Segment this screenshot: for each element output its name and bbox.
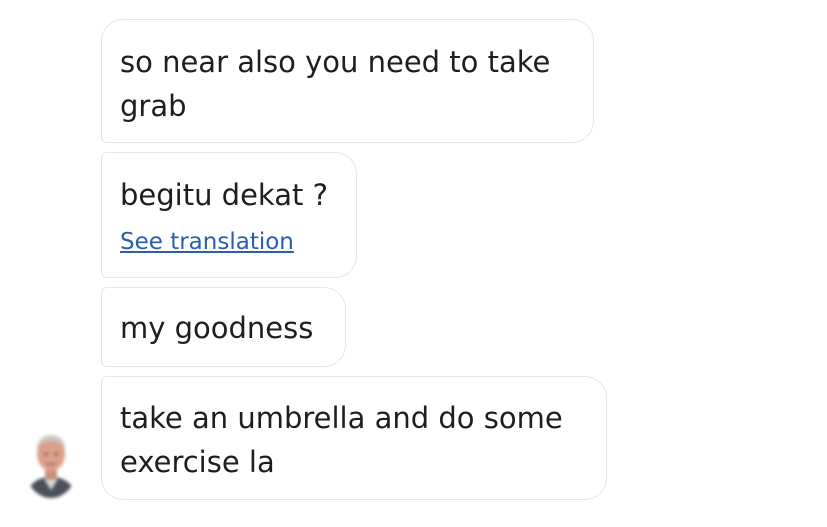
message-bubble[interactable]: my goodness	[101, 287, 346, 367]
message-thread: so near also you need to take grab begit…	[0, 0, 827, 527]
see-translation-link[interactable]: See translation	[120, 227, 294, 257]
avatar-photo-icon	[24, 430, 78, 498]
sender-avatar[interactable]	[24, 430, 78, 498]
message-bubble[interactable]: so near also you need to take grab	[101, 19, 594, 143]
message-text: take an umbrella and do some exercise la	[120, 401, 563, 479]
message-bubble[interactable]: take an umbrella and do some exercise la	[101, 376, 607, 500]
message-text: my goodness	[120, 311, 314, 345]
message-text: begitu dekat ?	[120, 178, 328, 212]
message-text: so near also you need to take grab	[120, 45, 551, 123]
message-bubble[interactable]: begitu dekat ? See translation	[101, 152, 357, 278]
